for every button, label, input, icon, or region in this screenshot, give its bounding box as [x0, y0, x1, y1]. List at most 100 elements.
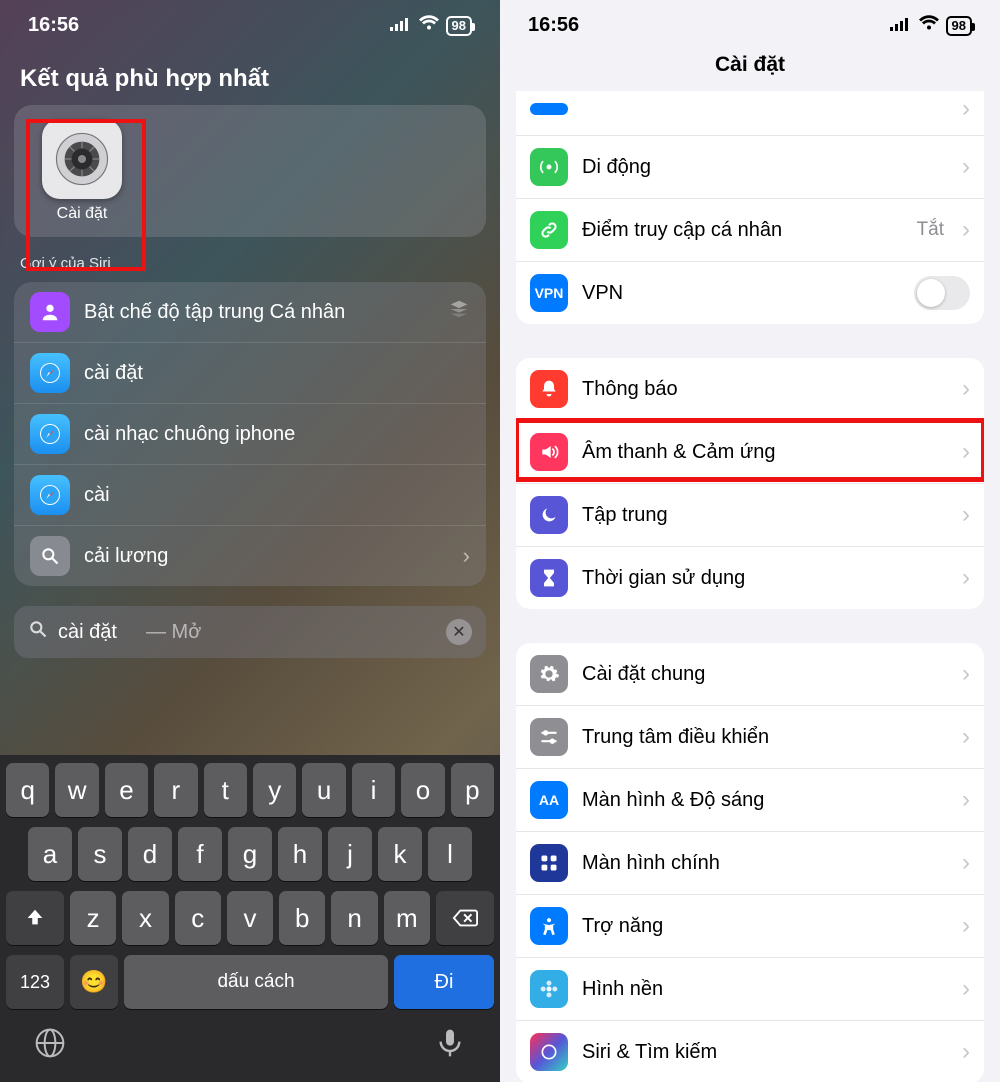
suggestion-safari-2[interactable]: cài nhạc chuông iphone [14, 404, 486, 465]
chevron-right-icon: › [962, 975, 970, 1003]
key-t[interactable]: t [204, 763, 247, 817]
key-z[interactable]: z [70, 891, 116, 945]
safari-icon [30, 353, 70, 393]
search-input[interactable] [58, 621, 136, 644]
key-shift[interactable] [6, 891, 64, 945]
key-h[interactable]: h [278, 827, 322, 881]
top-hits-title: Kết quả phù hợp nhất [0, 47, 500, 105]
row-wallpaper[interactable]: Hình nền › [516, 958, 984, 1021]
chevron-right-icon: › [962, 153, 970, 181]
link-icon [530, 211, 568, 249]
row-accessibility[interactable]: Trợ năng › [516, 895, 984, 958]
row-general[interactable]: Cài đặt chung › [516, 643, 984, 706]
row-label: Trợ năng [582, 915, 948, 938]
highlight-box-sounds [516, 418, 984, 482]
key-o[interactable]: o [401, 763, 444, 817]
key-go[interactable]: Đi [394, 955, 494, 1009]
safari-icon [30, 475, 70, 515]
suggestion-search[interactable]: cải lương › [14, 526, 486, 586]
row-notifications[interactable]: Thông báo › [516, 358, 984, 421]
key-g[interactable]: g [228, 827, 272, 881]
row-focus[interactable]: Tập trung › [516, 484, 984, 547]
spotlight-screen: 16:56 98 Kết quả phù hợp nhất Cài đặt Gợ… [0, 0, 500, 1082]
key-backspace[interactable] [436, 891, 494, 945]
mic-icon[interactable] [434, 1027, 466, 1064]
row-label: Điểm truy cập cá nhân [582, 219, 903, 242]
suggestion-safari-3[interactable]: cài [14, 465, 486, 526]
key-emoji[interactable]: 😊 [70, 955, 118, 1009]
gear-icon [530, 655, 568, 693]
wifi-icon [918, 14, 940, 37]
globe-icon[interactable] [34, 1027, 66, 1064]
row-label: Siri & Tìm kiếm [582, 1041, 948, 1064]
keyboard: q w e r t y u i o p a s d f g h j k l z [0, 755, 500, 1082]
flower-icon [530, 970, 568, 1008]
chevron-right-icon: › [962, 375, 970, 403]
status-time: 16:56 [528, 14, 579, 37]
key-n[interactable]: n [331, 891, 377, 945]
settings-screen: 16:56 98 Cài đặt › Di động › [500, 0, 1000, 1082]
row-label: VPN [582, 282, 900, 305]
key-i[interactable]: i [352, 763, 395, 817]
text-size-icon: AA [530, 781, 568, 819]
row-hotspot[interactable]: Điểm truy cập cá nhân Tắt › [516, 199, 984, 262]
magnifier-icon [30, 536, 70, 576]
suggestion-label: Bật chế độ tập trung Cá nhân [84, 301, 345, 324]
key-s[interactable]: s [78, 827, 122, 881]
key-u[interactable]: u [302, 763, 345, 817]
status-bar: 16:56 98 [0, 0, 500, 47]
chevron-right-icon: › [463, 543, 470, 569]
key-q[interactable]: q [6, 763, 49, 817]
key-j[interactable]: j [328, 827, 372, 881]
page-title: Cài đặt [500, 47, 1000, 91]
chevron-right-icon: › [962, 95, 970, 123]
cellular-icon [390, 14, 412, 37]
key-k[interactable]: k [378, 827, 422, 881]
battery-icon: 98 [946, 16, 972, 36]
key-w[interactable]: w [55, 763, 98, 817]
row-siri-search[interactable]: Siri & Tìm kiếm › [516, 1021, 984, 1082]
vpn-toggle[interactable] [914, 276, 970, 310]
key-y[interactable]: y [253, 763, 296, 817]
suggestion-safari-1[interactable]: cài đặt [14, 343, 486, 404]
key-r[interactable]: r [154, 763, 197, 817]
sliders-icon [530, 718, 568, 756]
key-d[interactable]: d [128, 827, 172, 881]
row-label: Thông báo [582, 378, 948, 401]
siri-icon [530, 1033, 568, 1071]
key-p[interactable]: p [451, 763, 494, 817]
spotlight-search-bar[interactable]: — Mở ✕ [14, 606, 486, 658]
hourglass-icon [530, 559, 568, 597]
chevron-right-icon: › [962, 216, 970, 244]
key-c[interactable]: c [175, 891, 221, 945]
row-label: Tập trung [582, 504, 948, 527]
row-screen-time[interactable]: Thời gian sử dụng › [516, 547, 984, 609]
key-l[interactable]: l [428, 827, 472, 881]
clear-button[interactable]: ✕ [446, 619, 472, 645]
accessibility-icon [530, 907, 568, 945]
row-mobile-data[interactable]: Di động › [516, 136, 984, 199]
key-e[interactable]: e [105, 763, 148, 817]
row-display-brightness[interactable]: AA Màn hình & Độ sáng › [516, 769, 984, 832]
row-label: Trung tâm điều khiển [582, 726, 948, 749]
chevron-right-icon: › [962, 501, 970, 529]
settings-list[interactable]: › Di động › Điểm truy cập cá nhân Tắt › … [500, 91, 1000, 1082]
row-home-screen[interactable]: Màn hình chính › [516, 832, 984, 895]
chevron-right-icon: › [962, 723, 970, 751]
row-vpn[interactable]: VPN VPN [516, 262, 984, 324]
key-numeric[interactable]: 123 [6, 955, 64, 1009]
chevron-right-icon: › [962, 1038, 970, 1066]
key-v[interactable]: v [227, 891, 273, 945]
key-b[interactable]: b [279, 891, 325, 945]
row-partial-top[interactable]: › [516, 91, 984, 136]
chevron-right-icon: › [962, 912, 970, 940]
suggestion-focus-personal[interactable]: Bật chế độ tập trung Cá nhân [14, 282, 486, 343]
row-control-center[interactable]: Trung tâm điều khiển › [516, 706, 984, 769]
suggestion-label: cài [84, 484, 110, 507]
key-f[interactable]: f [178, 827, 222, 881]
key-a[interactable]: a [28, 827, 72, 881]
key-space[interactable]: dấu cách [124, 955, 388, 1009]
status-indicators: 98 [390, 14, 472, 37]
key-m[interactable]: m [384, 891, 430, 945]
key-x[interactable]: x [122, 891, 168, 945]
